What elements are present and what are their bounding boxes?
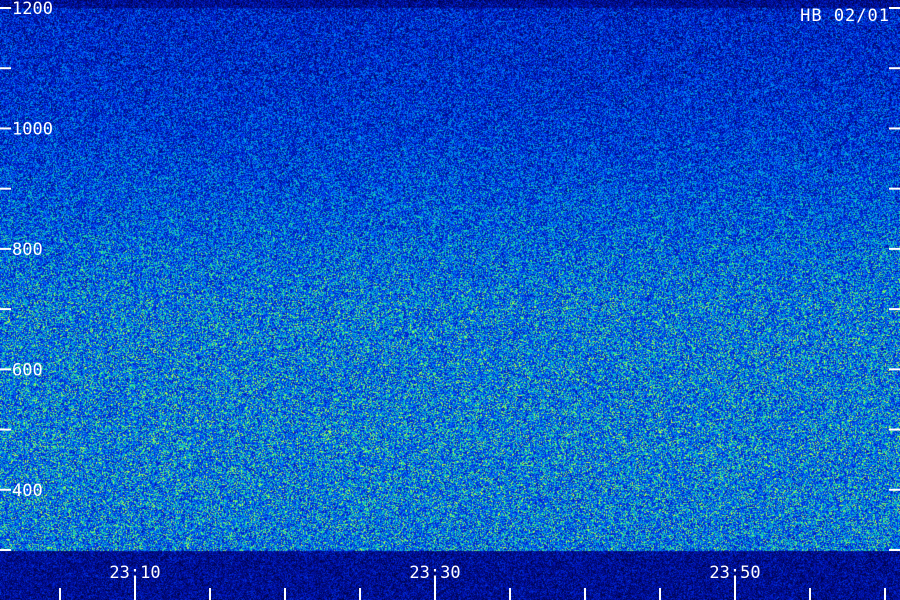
- x-tick-label: 23:10: [109, 563, 160, 583]
- spectrogram-plot: 1200 1000 800 600 400 23:10 23:30 23:50 HB 02/0…: [0, 0, 900, 600]
- y-tick-label: 600: [12, 360, 43, 380]
- station-date-label: HB 02/01: [800, 6, 890, 26]
- y-tick-label: 1200: [12, 0, 53, 19]
- y-tick-label: 400: [12, 481, 43, 501]
- x-tick-label: 23:50: [709, 563, 760, 583]
- x-tick-label: 23:30: [409, 563, 460, 583]
- y-tick-label: 800: [12, 240, 43, 260]
- y-tick-label: 1000: [12, 119, 53, 139]
- axes-overlay: 1200 1000 800 600 400 23:10 23:30 23:50: [0, 0, 900, 600]
